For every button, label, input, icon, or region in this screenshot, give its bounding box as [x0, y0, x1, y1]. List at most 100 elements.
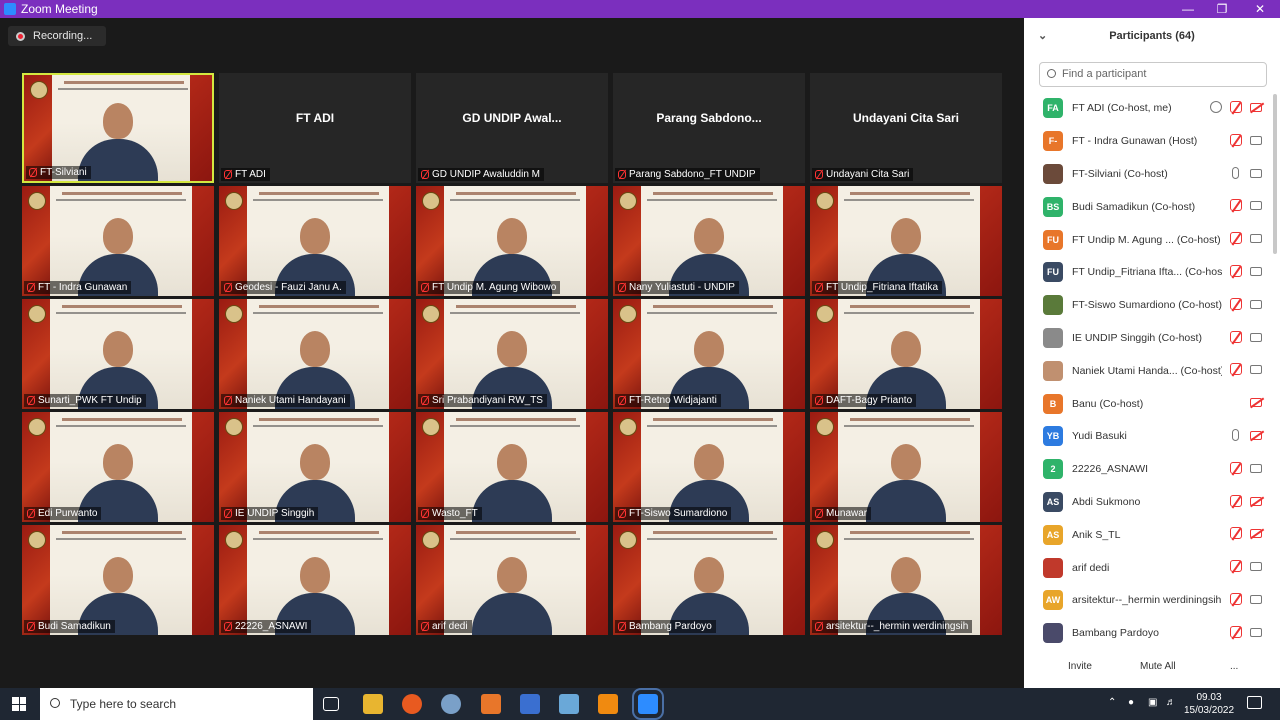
participant-row[interactable]: B Banu (Co-host): [1024, 387, 1280, 420]
video-tile[interactable]: FT Undip M. Agung Wibowo: [416, 186, 608, 296]
windows-start-icon[interactable]: [12, 697, 26, 711]
participant-row[interactable]: YB Yudi Basuki: [1024, 420, 1280, 453]
video-icon[interactable]: [1250, 201, 1262, 211]
video-tile[interactable]: FT-Silviani: [22, 73, 214, 183]
video-icon[interactable]: [1250, 299, 1262, 309]
video-icon[interactable]: [1250, 627, 1262, 637]
participant-row[interactable]: Naniek Utami Handa... (Co-host): [1024, 354, 1280, 387]
muted-mic-icon[interactable]: [1230, 625, 1242, 638]
muted-mic-icon[interactable]: [1230, 560, 1242, 573]
muted-mic-icon[interactable]: [1230, 232, 1242, 245]
video-icon[interactable]: [1250, 168, 1262, 178]
video-icon[interactable]: [1250, 594, 1262, 604]
video-off-icon[interactable]: [1250, 529, 1262, 539]
participant-row[interactable]: AS Anik S_TL: [1024, 518, 1280, 551]
microphone-icon[interactable]: ●: [1128, 697, 1140, 709]
name-only-tile[interactable]: Undayani Cita Sari Undayani Cita Sari: [810, 73, 1002, 183]
zoom-taskbar-icon[interactable]: [632, 688, 664, 720]
name-only-tile[interactable]: FT ADI FT ADI: [219, 73, 411, 183]
network-app-icon[interactable]: [441, 694, 461, 714]
video-tile[interactable]: Edi Purwanto: [22, 412, 214, 522]
muted-mic-icon[interactable]: [1230, 199, 1242, 212]
file-explorer-icon[interactable]: [363, 694, 383, 714]
video-icon[interactable]: [1250, 562, 1262, 572]
recording-indicator[interactable]: Recording...: [8, 26, 106, 46]
participant-row[interactable]: FU FT Undip_Fitriana Ifta... (Co-host): [1024, 256, 1280, 289]
participant-row[interactable]: Bambang Pardoyo: [1024, 617, 1280, 644]
video-off-icon[interactable]: [1250, 398, 1262, 408]
invite-button[interactable]: Invite: [1060, 658, 1100, 676]
video-tile[interactable]: FT-Siswo Sumardiono: [613, 412, 805, 522]
video-tile[interactable]: Naniek Utami Handayani: [219, 299, 411, 409]
video-off-icon[interactable]: [1250, 496, 1262, 506]
video-tile[interactable]: Munawar: [810, 412, 1002, 522]
video-tile[interactable]: FT Undip_Fitriana Iftatika: [810, 186, 1002, 296]
video-tile[interactable]: Budi Samadikun: [22, 525, 214, 635]
video-tile[interactable]: Geodesi - Fauzi Janu A.: [219, 186, 411, 296]
document-app-icon[interactable]: [520, 694, 540, 714]
participant-row[interactable]: FA FT ADI (Co-host, me): [1024, 92, 1280, 125]
video-off-icon[interactable]: [1250, 103, 1262, 112]
muted-mic-icon[interactable]: [1230, 363, 1242, 376]
participant-search-input[interactable]: Find a participant: [1039, 62, 1267, 87]
video-icon[interactable]: [1250, 135, 1262, 145]
maximize-button[interactable]: ❐: [1204, 0, 1240, 18]
muted-mic-icon[interactable]: [1230, 527, 1242, 540]
more-options-button[interactable]: ...: [1222, 658, 1246, 676]
notification-icon[interactable]: [1247, 696, 1262, 709]
mic-icon[interactable]: [1232, 428, 1239, 441]
video-off-icon[interactable]: [1250, 430, 1262, 440]
muted-mic-icon[interactable]: [1230, 592, 1242, 605]
system-clock[interactable]: 09.03 15/03/2022: [1180, 691, 1238, 717]
taskbar-search-input[interactable]: Type here to search: [40, 688, 313, 720]
firefox-icon[interactable]: [402, 694, 422, 714]
video-icon[interactable]: [1250, 332, 1262, 342]
video-tile[interactable]: arif dedi: [416, 525, 608, 635]
vlc-icon[interactable]: [598, 694, 618, 714]
participant-row[interactable]: arif dedi: [1024, 551, 1280, 584]
task-view-icon[interactable]: [323, 697, 339, 711]
participant-row[interactable]: AW arsitektur--_hermin werdiningsih: [1024, 584, 1280, 617]
muted-mic-icon[interactable]: [1230, 330, 1242, 343]
video-icon[interactable]: [1250, 365, 1262, 375]
video-tile[interactable]: Wasto_FT: [416, 412, 608, 522]
network-icon[interactable]: ▣: [1148, 697, 1160, 709]
speaker-icon[interactable]: ♬: [1166, 697, 1178, 709]
muted-mic-icon[interactable]: [1230, 297, 1242, 310]
video-tile[interactable]: 22226_ASNAWI: [219, 525, 411, 635]
video-tile[interactable]: Sri Prabandiyani RW_TS: [416, 299, 608, 409]
participant-list-scrollbar[interactable]: [1273, 94, 1277, 254]
video-tile[interactable]: DAFT-Bagy Prianto: [810, 299, 1002, 409]
chevron-up-icon[interactable]: ⌃: [1108, 697, 1120, 709]
name-only-tile[interactable]: GD UNDIP Awal... GD UNDIP Awaluddin M: [416, 73, 608, 183]
participant-row[interactable]: 2 22226_ASNAWI: [1024, 453, 1280, 486]
video-tile[interactable]: Nany Yuliastuti - UNDIP: [613, 186, 805, 296]
video-icon[interactable]: [1250, 463, 1262, 473]
video-tile[interactable]: IE UNDIP Singgih: [219, 412, 411, 522]
muted-mic-icon[interactable]: [1230, 461, 1242, 474]
video-tile[interactable]: Sunarti_PWK FT Undip: [22, 299, 214, 409]
participant-row[interactable]: FT-Siswo Sumardiono (Co-host): [1024, 289, 1280, 322]
video-tile[interactable]: Bambang Pardoyo: [613, 525, 805, 635]
muted-mic-icon[interactable]: [1230, 494, 1242, 507]
close-button[interactable]: ✕: [1242, 0, 1278, 18]
participant-row[interactable]: BS Budi Samadikun (Co-host): [1024, 190, 1280, 223]
video-tile[interactable]: arsitektur--_hermin werdiningsih: [810, 525, 1002, 635]
chevron-down-icon[interactable]: ⌄: [1038, 29, 1047, 42]
name-only-tile[interactable]: Parang Sabdono... Parang Sabdono_FT UNDIP: [613, 73, 805, 183]
xampp-icon[interactable]: [481, 694, 501, 714]
participant-row[interactable]: IE UNDIP Singgih (Co-host): [1024, 322, 1280, 355]
video-icon[interactable]: [1250, 266, 1262, 276]
participant-row[interactable]: FT-Silviani (Co-host): [1024, 158, 1280, 191]
video-icon[interactable]: [1250, 234, 1262, 244]
muted-mic-icon[interactable]: [1230, 264, 1242, 277]
participant-row[interactable]: FU FT Undip M. Agung ... (Co-host): [1024, 223, 1280, 256]
notes-app-icon[interactable]: [559, 694, 579, 714]
muted-mic-icon[interactable]: [1230, 133, 1242, 146]
participant-row[interactable]: AS Abdi Sukmono: [1024, 486, 1280, 519]
video-tile[interactable]: FT - Indra Gunawan: [22, 186, 214, 296]
mic-icon[interactable]: [1232, 166, 1239, 179]
muted-mic-icon[interactable]: [1230, 101, 1242, 113]
mute-all-button[interactable]: Mute All: [1132, 658, 1184, 676]
participant-row[interactable]: F- FT - Indra Gunawan (Host): [1024, 125, 1280, 158]
